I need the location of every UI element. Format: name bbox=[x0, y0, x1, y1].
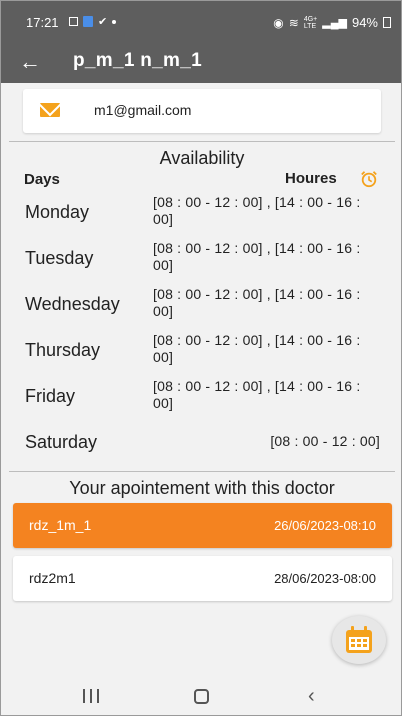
hours-header: Houres bbox=[285, 170, 337, 187]
notification-icons: ✔ bbox=[69, 15, 117, 28]
signal-icon: ▂▄▆ bbox=[322, 17, 347, 29]
appointment-name: rdz2m1 bbox=[29, 570, 76, 586]
day-row-thursday: Thursday [08 : 00 - 12 : 00] , [14 : 00 … bbox=[1, 332, 401, 372]
day-row-friday: Friday [08 : 00 - 12 : 00] , [14 : 00 - … bbox=[1, 378, 401, 418]
hotspot-icon: ◉ bbox=[273, 15, 284, 30]
divider bbox=[9, 141, 395, 142]
day-hours: [08 : 00 - 12 : 00] , [14 : 00 - 16 : 00… bbox=[153, 378, 361, 411]
screen: 17:21 ✔ ◉ ≋ 4G+ LTE ▂▄▆ 94% ← p_m_1 n_m_… bbox=[0, 0, 402, 716]
day-hours: [08 : 00 - 12 : 00] , [14 : 00 - 16 : 00… bbox=[153, 240, 361, 273]
wifi-icon: ≋ bbox=[288, 15, 299, 30]
recent-apps-icon[interactable] bbox=[83, 689, 99, 703]
day-row-monday: Monday [08 : 00 - 12 : 00] , [14 : 00 - … bbox=[1, 194, 401, 234]
day-row-wednesday: Wednesday [08 : 00 - 12 : 00] , [14 : 00… bbox=[1, 286, 401, 326]
calendar-icon bbox=[346, 626, 372, 653]
email-text: m1@gmail.com bbox=[94, 102, 192, 118]
appointments-title: Your apointement with this doctor bbox=[69, 478, 335, 498]
alarm-clock-icon bbox=[361, 171, 377, 188]
network-type: 4G+ LTE bbox=[303, 15, 318, 30]
appointment-datetime: 28/06/2023-08:00 bbox=[274, 571, 376, 586]
calendar-notification-icon bbox=[83, 16, 93, 27]
status-right: ◉ ≋ 4G+ LTE ▂▄▆ 94% bbox=[273, 15, 391, 30]
appointment-name: rdz_1m_1 bbox=[29, 517, 92, 533]
day-hours: [08 : 00 - 12 : 00] bbox=[270, 433, 380, 449]
status-time: 17:21 bbox=[26, 15, 59, 30]
day-row-tuesday: Tuesday [08 : 00 - 12 : 00] , [14 : 00 -… bbox=[1, 240, 401, 280]
status-bar: 17:21 ✔ ◉ ≋ 4G+ LTE ▂▄▆ 94% bbox=[1, 1, 401, 41]
battery-icon bbox=[383, 17, 391, 28]
day-hours: [08 : 00 - 12 : 00] , [14 : 00 - 16 : 00… bbox=[153, 286, 361, 319]
more-notifications-icon bbox=[112, 19, 117, 24]
gallery-notification-icon bbox=[69, 17, 78, 26]
page-title: p_m_1 n_m_1 bbox=[73, 50, 202, 71]
day-name: Saturday bbox=[25, 432, 98, 452]
mail-icon bbox=[40, 103, 60, 117]
availability-title: Availability bbox=[159, 148, 245, 168]
calendar-fab-button[interactable] bbox=[332, 616, 386, 664]
day-hours: [08 : 00 - 12 : 00] , [14 : 00 - 16 : 00… bbox=[153, 332, 361, 365]
battery-level: 94% bbox=[351, 15, 378, 30]
appointment-item[interactable]: rdz2m1 28/06/2023-08:00 bbox=[13, 556, 392, 601]
day-hours: [08 : 00 - 12 : 00] , [14 : 00 - 16 : 00… bbox=[153, 194, 361, 227]
day-name: Tuesday bbox=[25, 248, 94, 268]
day-name: Thursday bbox=[25, 340, 101, 360]
appointment-item[interactable]: rdz_1m_1 26/06/2023-08:10 bbox=[13, 503, 392, 548]
days-header: Days bbox=[24, 171, 60, 188]
day-name: Friday bbox=[25, 386, 76, 406]
email-card: m1@gmail.com bbox=[23, 89, 381, 133]
divider bbox=[9, 471, 395, 472]
day-name: Wednesday bbox=[25, 294, 120, 314]
back-chevron-icon[interactable]: ‹ bbox=[308, 685, 315, 708]
home-icon[interactable] bbox=[194, 689, 209, 704]
app-bar: ← p_m_1 n_m_1 bbox=[1, 41, 401, 83]
appointment-datetime: 26/06/2023-08:10 bbox=[274, 518, 376, 533]
day-name: Monday bbox=[25, 202, 90, 222]
arrow-left-icon[interactable]: ← bbox=[19, 49, 41, 75]
system-nav-bar: ‹ bbox=[1, 677, 401, 715]
check-notification-icon: ✔ bbox=[98, 16, 108, 28]
day-row-saturday: Saturday [08 : 00 - 12 : 00] bbox=[1, 424, 401, 464]
